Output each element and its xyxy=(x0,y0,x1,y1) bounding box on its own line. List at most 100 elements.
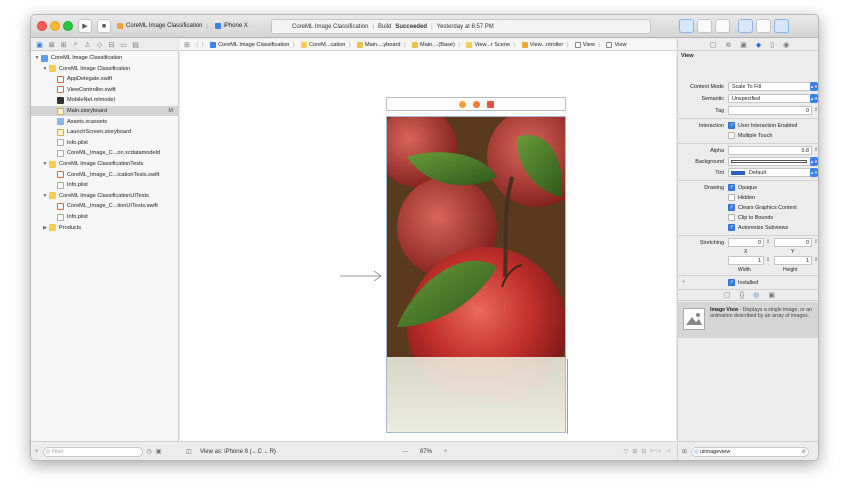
scheme-selector[interactable]: CoreML Image Classification 〉 iPhone X xyxy=(117,19,248,33)
embed-in-icon[interactable]: ⊞ xyxy=(632,448,637,455)
zoom-in-button[interactable]: + xyxy=(444,449,448,455)
connections-inspector-icon[interactable]: ◉ xyxy=(783,41,789,49)
stretch-width-field[interactable]: 1 xyxy=(728,256,764,265)
grid-view-icon[interactable]: ⊞ xyxy=(682,448,687,455)
resolve-issues-icon[interactable]: ⊣ xyxy=(665,448,670,455)
hidden-checkbox[interactable] xyxy=(728,194,735,201)
symbol-navigator-icon[interactable]: ⊞ xyxy=(59,41,68,49)
issue-warning-icon[interactable]: ⚠ xyxy=(83,41,92,49)
navigator-item[interactable]: ▶ Products xyxy=(31,223,179,233)
project-navigator-icon[interactable]: ▣ xyxy=(35,41,44,49)
stretch-x-stepper[interactable]: ⇕ xyxy=(766,239,770,245)
breadcrumb-item[interactable]: View...ntroller xyxy=(521,41,563,49)
navigator-item[interactable]: ViewController.swift xyxy=(31,85,179,95)
run-button[interactable]: ▶ xyxy=(78,19,92,33)
navigator-item[interactable]: LaunchScreen.storyboard xyxy=(31,127,179,137)
stretch-height-field[interactable]: 1 xyxy=(774,256,812,265)
file-inspector-icon[interactable]: ▢ xyxy=(710,41,717,49)
modified-files-icon[interactable]: ▣ xyxy=(156,448,162,455)
disclosure-triangle-icon[interactable]: ▼ xyxy=(42,66,48,72)
breadcrumb-item[interactable]: Main....(Base) xyxy=(412,41,455,49)
first-responder-icon[interactable] xyxy=(472,100,480,108)
breadcrumb-item[interactable]: View xyxy=(606,41,627,49)
close-window-button[interactable] xyxy=(37,21,47,31)
forward-icon[interactable]: 〉 xyxy=(201,41,207,49)
related-items-icon[interactable]: ⊞ xyxy=(184,41,190,49)
image-view[interactable] xyxy=(386,116,566,433)
library-item-image-view[interactable]: Image View - Displays a single image, or… xyxy=(678,302,818,338)
disclosure-triangle-icon[interactable]: ▼ xyxy=(34,55,40,61)
clears-graphics-checkbox[interactable] xyxy=(728,204,735,211)
exit-icon[interactable] xyxy=(486,100,494,108)
disclosure-triangle-icon[interactable]: ▼ xyxy=(42,161,48,167)
toggle-navigator-button[interactable] xyxy=(738,19,753,33)
toggle-debug-area-button[interactable] xyxy=(756,19,771,33)
document-outline-toggle-icon[interactable]: ◫ xyxy=(186,448,192,455)
zoom-level[interactable]: 87% xyxy=(420,449,432,455)
zoom-out-button[interactable]: — xyxy=(402,449,408,455)
initial-view-controller-arrow[interactable] xyxy=(340,271,384,281)
navigator-item[interactable]: CoreML_Image_C...icationTests.swift xyxy=(31,170,179,180)
view-controller-icon[interactable] xyxy=(458,100,466,108)
size-inspector-icon[interactable]: ▯ xyxy=(770,41,774,49)
alpha-field[interactable]: 0.8 xyxy=(728,146,812,155)
object-library-icon[interactable]: ◎ xyxy=(753,291,759,299)
installed-checkbox[interactable] xyxy=(728,279,735,286)
navigator-item[interactable]: Assets.xcassets xyxy=(31,117,179,127)
attributes-inspector-icon[interactable]: ◆ xyxy=(756,41,761,49)
opaque-checkbox[interactable] xyxy=(728,184,735,191)
add-icon[interactable]: + xyxy=(35,449,39,455)
stretch-width-stepper[interactable]: ⇕ xyxy=(766,257,770,263)
interface-builder-canvas[interactable] xyxy=(180,51,676,441)
background-color-popup[interactable]: ▲▼ xyxy=(728,157,818,166)
breadcrumb-item[interactable]: Main....yboard xyxy=(356,41,400,49)
breadcrumb-item[interactable]: CoreML Image Classification xyxy=(210,41,289,49)
navigator-item[interactable]: AppDelegate.swift xyxy=(31,74,179,84)
version-editor-button[interactable] xyxy=(715,19,730,33)
view-as-device-button[interactable]: View as: iPhone 8 (←C ←R) xyxy=(200,449,276,455)
navigator-item[interactable]: Info.plist xyxy=(31,212,179,222)
align-icon[interactable]: ⊟ xyxy=(641,448,646,455)
semantic-popup[interactable]: Unspecified ▲▼ xyxy=(728,94,818,103)
resize-handle[interactable] xyxy=(567,359,568,434)
navigator-item[interactable]: Info.plist xyxy=(31,180,179,190)
disclosure-triangle-icon[interactable]: ▶ xyxy=(42,225,48,231)
media-library-icon[interactable]: ▣ xyxy=(768,291,775,299)
navigator-item[interactable]: Info.plist xyxy=(31,138,179,148)
stretch-y-field[interactable]: 0 xyxy=(774,238,812,247)
stretch-height-stepper[interactable]: ⇕ xyxy=(814,257,818,263)
alpha-stepper[interactable]: ⇕ xyxy=(814,147,818,153)
tint-color-popup[interactable]: Default ▲▼ xyxy=(728,168,818,177)
quick-help-icon[interactable]: ⊚ xyxy=(725,41,731,49)
standard-editor-button[interactable] xyxy=(679,19,694,33)
minimize-window-button[interactable] xyxy=(50,21,60,31)
clear-filter-icon[interactable]: ⊗ xyxy=(801,448,806,457)
source-control-icon[interactable]: ⊠ xyxy=(47,41,56,49)
find-icon[interactable]: ⌕ xyxy=(71,41,80,49)
autoresize-checkbox[interactable] xyxy=(728,224,735,231)
maximize-window-button[interactable] xyxy=(63,21,73,31)
stop-button[interactable]: ■ xyxy=(97,19,111,33)
disclosure-triangle-icon[interactable]: ▼ xyxy=(42,193,48,199)
stretch-y-stepper[interactable]: ⇕ xyxy=(814,239,818,245)
navigator-item[interactable]: ▼ CoreML Image ClassificationTests xyxy=(31,159,179,169)
recent-files-icon[interactable]: ◷ xyxy=(147,448,152,455)
breadcrumb-item[interactable]: View...r Scene xyxy=(466,41,510,49)
navigator-item[interactable]: CoreML_Image_C...tionUITests.swift xyxy=(31,201,179,211)
assistant-editor-button[interactable] xyxy=(697,19,712,33)
toggle-inspector-button[interactable] xyxy=(774,19,789,33)
navigator-filter-input[interactable]: ◎ Filter xyxy=(42,446,143,457)
breakpoint-icon[interactable]: ▭ xyxy=(119,41,128,49)
navigator-item[interactable]: ▼ CoreML Image Classification xyxy=(31,64,179,74)
breadcrumb-item[interactable]: CoreM...cation xyxy=(301,41,345,49)
add-constraints-icon[interactable]: ⊢⊣ xyxy=(650,448,660,455)
navigator-item[interactable]: ▼ CoreML Image Classification xyxy=(31,53,179,63)
navigator-item[interactable]: CoreML_Image_C...on.xcdatamodeld xyxy=(31,148,179,158)
tag-stepper[interactable]: ⇕ xyxy=(814,107,818,113)
test-icon[interactable]: ◇ xyxy=(95,41,104,49)
user-interaction-checkbox[interactable] xyxy=(728,122,735,129)
clip-to-bounds-checkbox[interactable] xyxy=(728,214,735,221)
add-variation-button[interactable]: + xyxy=(682,279,685,285)
navigator-item[interactable]: Main.storyboard M xyxy=(31,106,179,116)
navigator-item[interactable]: MobileNet.mlmodel xyxy=(31,95,179,105)
